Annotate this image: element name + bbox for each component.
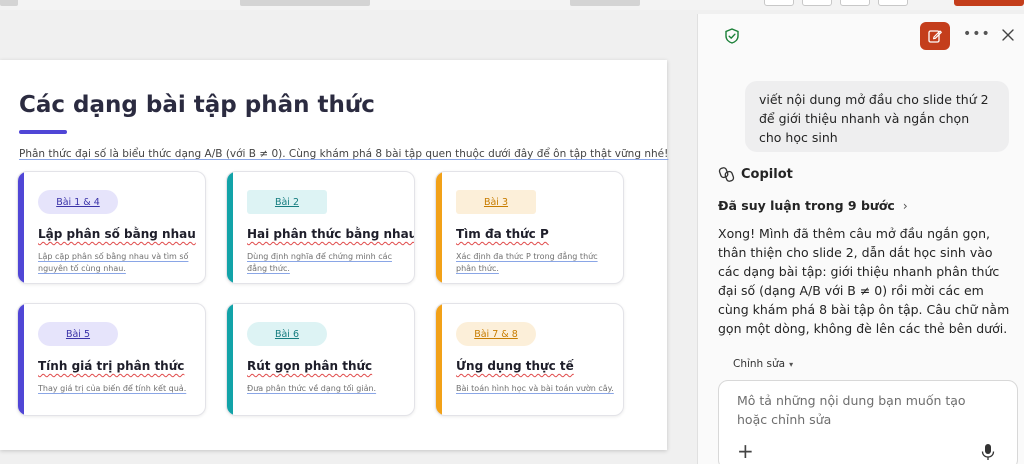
- add-attachment-button[interactable]: +: [737, 441, 754, 461]
- window-top-strip: [0, 0, 1024, 10]
- card-title: Rút gọn phân thức: [247, 359, 373, 373]
- card-accent-bar: [18, 172, 24, 283]
- toolbar-button[interactable]: [764, 0, 794, 6]
- card-description: Dùng định nghĩa để chứng minh các đẳng t…: [247, 252, 392, 273]
- assistant-name: Copilot: [741, 167, 793, 182]
- exercise-card[interactable]: Bài 2 Hai phân thức bằng nhau Dùng định …: [226, 171, 415, 284]
- slide-title[interactable]: Các dạng bài tập phân thức: [19, 92, 375, 118]
- title-underline: [19, 130, 67, 134]
- card-accent-bar: [227, 304, 233, 415]
- card-description: Xác định đa thức P trong đẳng thức phân …: [456, 252, 598, 273]
- chat-composer: +: [718, 380, 1018, 464]
- reasoning-toggle[interactable]: Đã suy luận trong 9 bước ›: [718, 198, 908, 213]
- copilot-logo-icon: [718, 167, 735, 182]
- card-badge: Bài 1 & 4: [38, 190, 118, 214]
- toolbar-button[interactable]: [802, 0, 832, 6]
- chevron-right-icon: ›: [902, 198, 908, 213]
- shield-check-icon[interactable]: [724, 28, 740, 44]
- card-accent-bar: [18, 304, 24, 415]
- mode-dropdown[interactable]: Chỉnh sửa ▾: [733, 358, 798, 370]
- exercise-card[interactable]: Bài 5 Tính giá trị phân thức Thay giá tr…: [17, 303, 206, 416]
- close-icon[interactable]: [1000, 27, 1016, 43]
- card-description: Bài toán hình học và bài toán vườn cây.: [456, 384, 614, 393]
- card-accent-bar: [436, 304, 442, 415]
- share-button[interactable]: [954, 0, 1024, 6]
- toolbar-button[interactable]: [840, 0, 870, 6]
- microphone-icon[interactable]: [981, 443, 995, 461]
- card-accent-bar: [227, 172, 233, 283]
- mode-label: Chỉnh sửa: [733, 358, 786, 370]
- slide-canvas[interactable]: Các dạng bài tập phân thức Phân thức đại…: [0, 60, 668, 450]
- card-title: Ứng dụng thực tế: [456, 359, 574, 373]
- chat-input[interactable]: [737, 391, 997, 433]
- more-options-icon[interactable]: •••: [963, 26, 991, 42]
- card-description: Lập cặp phân số bằng nhau và tìm số nguy…: [38, 252, 189, 273]
- reasoning-label: Đã suy luận trong 9 bước: [718, 198, 895, 213]
- exercise-card[interactable]: Bài 7 & 8 Ứng dụng thực tế Bài toán hình…: [435, 303, 624, 416]
- card-badge: Bài 3: [456, 190, 536, 214]
- card-description: Đưa phân thức về dạng tối giản.: [247, 384, 377, 393]
- card-badge: Bài 6: [247, 322, 327, 346]
- exercise-card[interactable]: Bài 6 Rút gọn phân thức Đưa phân thức về…: [226, 303, 415, 416]
- clipped-text: [240, 0, 370, 6]
- card-title: Tìm đa thức P: [456, 227, 549, 241]
- new-chat-button[interactable]: [920, 22, 950, 50]
- clipped-text: [0, 0, 18, 6]
- card-description: Thay giá trị của biến để tính kết quả.: [38, 384, 187, 393]
- card-badge: Bài 7 & 8: [456, 322, 536, 346]
- compose-icon: [928, 30, 942, 43]
- toolbar-button[interactable]: [878, 0, 908, 6]
- clipped-text: [570, 0, 640, 6]
- exercise-card[interactable]: Bài 3 Tìm đa thức P Xác định đa thức P t…: [435, 171, 624, 284]
- card-badge: Bài 5: [38, 322, 118, 346]
- card-title: Hai phân thức bằng nhau: [247, 227, 415, 241]
- card-title: Lập phân số bằng nhau: [38, 227, 196, 241]
- card-badge: Bài 2: [247, 190, 327, 214]
- user-message: viết nội dung mở đầu cho slide thứ 2 để …: [745, 81, 1009, 152]
- slide-intro-text[interactable]: Phân thức đại số là biểu thức dạng A/B (…: [19, 148, 668, 160]
- exercise-card[interactable]: Bài 1 & 4 Lập phân số bằng nhau Lập cặp …: [17, 171, 206, 284]
- card-accent-bar: [436, 172, 442, 283]
- card-title: Tính giá trị phân thức: [38, 359, 185, 373]
- assistant-message: Xong! Mình đã thêm câu mở đầu ngắn gọn, …: [718, 226, 1010, 336]
- copilot-panel: ••• viết nội dung mở đầu cho slide thứ 2…: [697, 14, 1024, 464]
- chevron-down-icon: ▾: [789, 360, 794, 369]
